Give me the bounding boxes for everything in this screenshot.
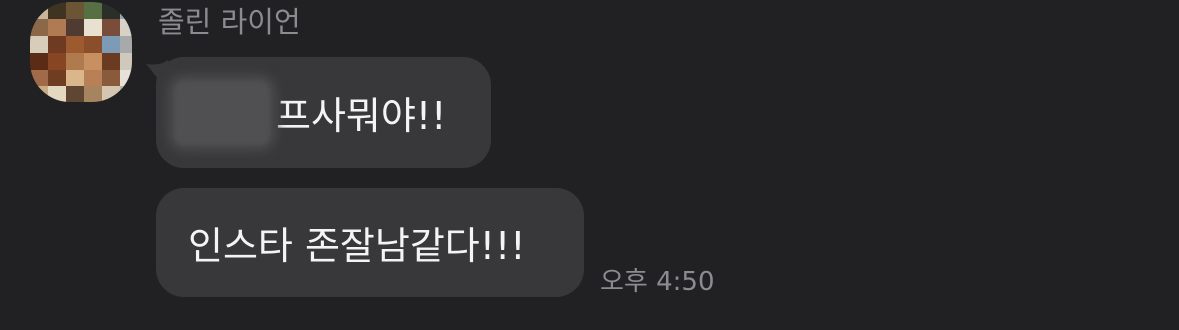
sender-name: 졸린 라이언 bbox=[158, 5, 301, 39]
message-text: 프사뭐야!! bbox=[276, 94, 447, 138]
message-timestamp: 오후 4:50 bbox=[600, 267, 715, 297]
sender-avatar[interactable] bbox=[30, 2, 132, 102]
message-text: 인스타 존잘남같다!!! bbox=[188, 224, 526, 268]
chat-thread: 졸린 라이언 프사뭐야!! 인스타 존잘남같다!!! 오후 4:50 bbox=[0, 0, 1179, 330]
message-bubble[interactable]: 인스타 존잘남같다!!! bbox=[156, 188, 584, 297]
redacted-text-blur bbox=[174, 80, 270, 145]
pixelated-avatar-image bbox=[30, 2, 132, 102]
message-bubble[interactable]: 프사뭐야!! bbox=[156, 57, 491, 168]
